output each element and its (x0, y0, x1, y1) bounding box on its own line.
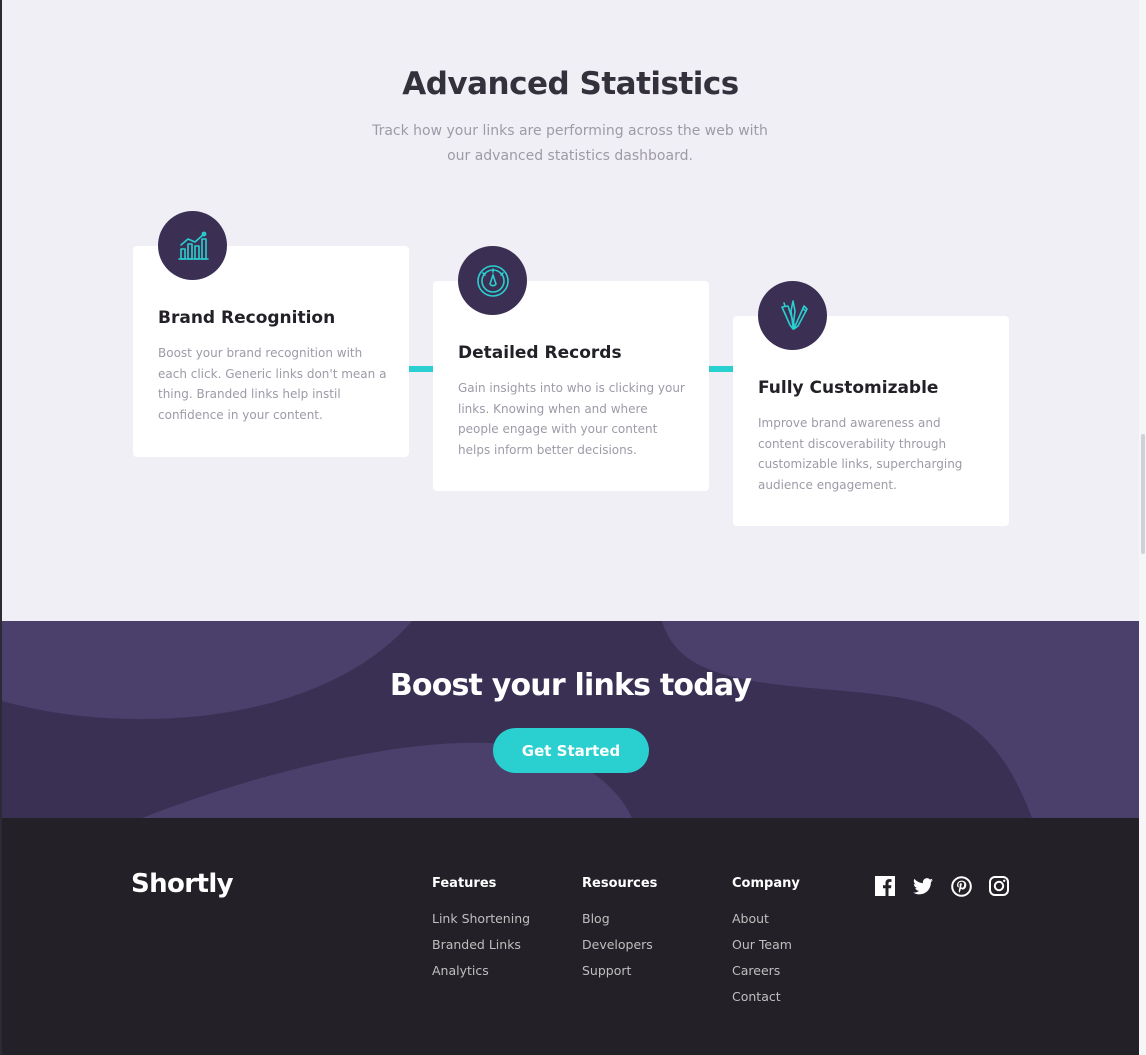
section-subtitle: Track how your links are performing acro… (355, 119, 785, 169)
detailed-records-icon (458, 246, 527, 315)
section-title: Advanced Statistics (402, 66, 739, 102)
footer-link[interactable]: Careers (732, 963, 800, 989)
card-text-line: audience engagement. (758, 477, 897, 492)
chart-icon (177, 231, 209, 260)
pinterest-icon[interactable] (950, 875, 972, 897)
card-title: Brand Recognition (158, 308, 336, 328)
card-title: Fully Customizable (758, 378, 939, 398)
footer-link-list: Blog Developers Support (582, 911, 657, 989)
footer-heading: Resources (582, 876, 658, 891)
twitter-icon[interactable] (912, 875, 934, 897)
card-text-line: helps inform better decisions. (458, 442, 637, 457)
window-edge (0, 0, 2, 1055)
feature-card-detailed-records: Detailed Records Gain insights into who … (433, 281, 709, 491)
card-text: Improve brand awareness and content disc… (758, 413, 990, 495)
footer-link[interactable]: Blog (582, 911, 657, 937)
shortly-logo[interactable]: Shortly (131, 869, 234, 899)
get-started-button[interactable]: Get Started (493, 728, 649, 773)
card-text-line: customizable links, supercharging (758, 457, 963, 471)
page: Advanced Statistics Track how your links… (0, 0, 1146, 1055)
boost-section: Boost your links today Get Started (2, 621, 1139, 818)
footer-link[interactable]: Branded Links (432, 937, 530, 963)
boost-title: Boost your links today (389, 668, 752, 703)
card-text-line: links. Knowing when and where (458, 401, 648, 416)
footer-link[interactable]: Link Shortening (432, 911, 530, 937)
advanced-statistics-section: Advanced Statistics Track how your links… (2, 0, 1139, 621)
footer-heading: Features (432, 876, 497, 891)
card-text-line: content discoverability through (758, 436, 947, 451)
card-text-line: confidence in your content. (158, 407, 323, 422)
footer-column-resources: Resources Blog Developers Support (582, 876, 657, 989)
brand-recognition-icon (158, 211, 227, 280)
card-connector (408, 366, 433, 372)
facebook-icon[interactable] (874, 875, 896, 897)
footer-link[interactable]: Support (582, 963, 657, 989)
card-text-line: Gain insights into who is clicking your (458, 381, 685, 395)
card-title: Detailed Records (458, 343, 622, 363)
fully-customizable-icon (758, 281, 827, 350)
footer-link[interactable]: Our Team (732, 937, 800, 963)
footer-heading: Company (732, 876, 800, 891)
card-text-line: Improve brand awareness and (758, 416, 941, 430)
footer-link-list: Link Shortening Branded Links Analytics (432, 911, 530, 989)
footer-column-company: Company About Our Team Careers Contact (732, 876, 800, 1015)
subtitle-line: our advanced statistics dashboard. (447, 148, 693, 164)
gauge-icon (476, 264, 509, 297)
card-text: Gain insights into who is clicking your … (458, 378, 690, 460)
instagram-icon[interactable] (988, 875, 1010, 897)
footer-column-features: Features Link Shortening Branded Links A… (432, 876, 530, 989)
boost-background-shapes (2, 621, 1139, 818)
footer-link[interactable]: Contact (732, 989, 800, 1015)
card-text: Boost your brand recognition with each c… (158, 343, 390, 425)
feature-card-fully-customizable: Fully Customizable Improve brand awarene… (733, 316, 1009, 526)
card-text-line: thing. Branded links help instil (158, 387, 341, 401)
footer-link[interactable]: About (732, 911, 800, 937)
card-text-line: people engage with your content (458, 422, 658, 436)
feature-card-brand-recognition: Brand Recognition Boost your brand recog… (133, 246, 409, 457)
footer-link[interactable]: Analytics (432, 963, 530, 989)
footer-link-list: About Our Team Careers Contact (732, 911, 800, 1015)
subtitle-line: Track how your links are performing acro… (372, 123, 768, 139)
card-text-line: each click. Generic links don't mean a (158, 366, 387, 381)
brushes-icon (780, 299, 808, 330)
footer-link[interactable]: Developers (582, 937, 657, 963)
scrollbar-thumb[interactable] (1141, 434, 1145, 554)
footer: Shortly Features Link Shortening Branded… (2, 818, 1139, 1055)
card-text-line: Boost your brand recognition with (158, 346, 363, 360)
card-connector (708, 366, 733, 372)
